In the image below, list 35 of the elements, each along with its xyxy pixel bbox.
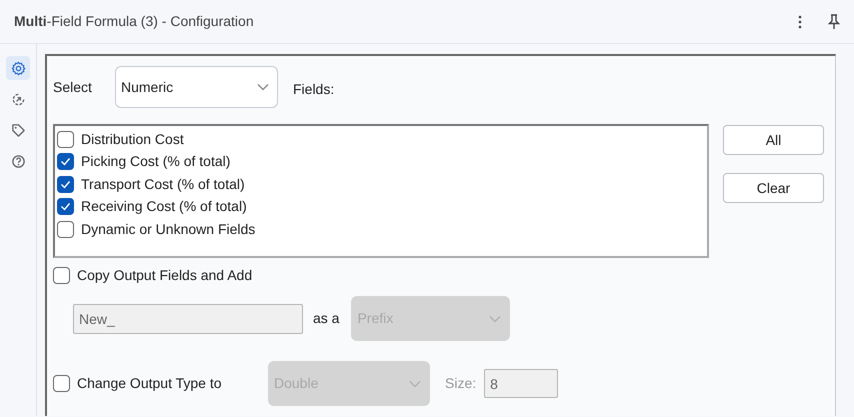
list-button[interactable]: Clear: [723, 173, 824, 203]
list-button[interactable]: All: [723, 125, 824, 155]
checkbox-label: Dynamic or Unknown Fields: [81, 220, 256, 239]
as-a-label: as a: [313, 309, 340, 328]
checkbox-label: Copy Output Fields and Add: [77, 266, 252, 285]
pin-icon[interactable]: [828, 14, 840, 30]
checkbox[interactable]: [57, 220, 74, 238]
checkbox[interactable]: [57, 130, 74, 148]
circle-arrow-icon: [10, 92, 26, 106]
checkmark-icon: [60, 202, 71, 212]
chevron-icon: [409, 380, 421, 388]
field-type-dropdown[interactable]: Numeric: [115, 66, 278, 108]
sidebar-tab[interactable]: [6, 56, 30, 80]
tag-icon: [10, 122, 26, 138]
checkbox-label: Distribution Cost: [81, 130, 184, 149]
chevron-icon: [489, 314, 502, 322]
panel-title: Multi-Field Formula (3) - Configuration: [14, 12, 255, 31]
checkmark-icon: [60, 180, 71, 189]
checkbox-label: Change Output Type to: [77, 374, 222, 393]
checkbox[interactable]: [57, 153, 74, 170]
settings-icon: [10, 60, 26, 76]
checkbox[interactable]: [57, 176, 74, 193]
checkbox[interactable]: [53, 375, 70, 392]
more-options-icon[interactable]: [798, 14, 802, 28]
fields-label: Fields:: [293, 80, 334, 98]
checkbox-label: Receiving Cost (% of total): [81, 197, 247, 216]
select-label: Select: [53, 78, 93, 96]
checkbox[interactable]: [57, 198, 74, 216]
checkbox-label: Transport Cost (% of total): [81, 174, 245, 194]
checkmark-icon: [60, 157, 71, 166]
chevron-icon: [257, 83, 269, 91]
checkbox-label: Picking Cost (% of total): [81, 152, 230, 172]
checkbox[interactable]: [53, 266, 70, 284]
help-icon: [10, 154, 26, 168]
size-label: Size:: [445, 374, 476, 393]
